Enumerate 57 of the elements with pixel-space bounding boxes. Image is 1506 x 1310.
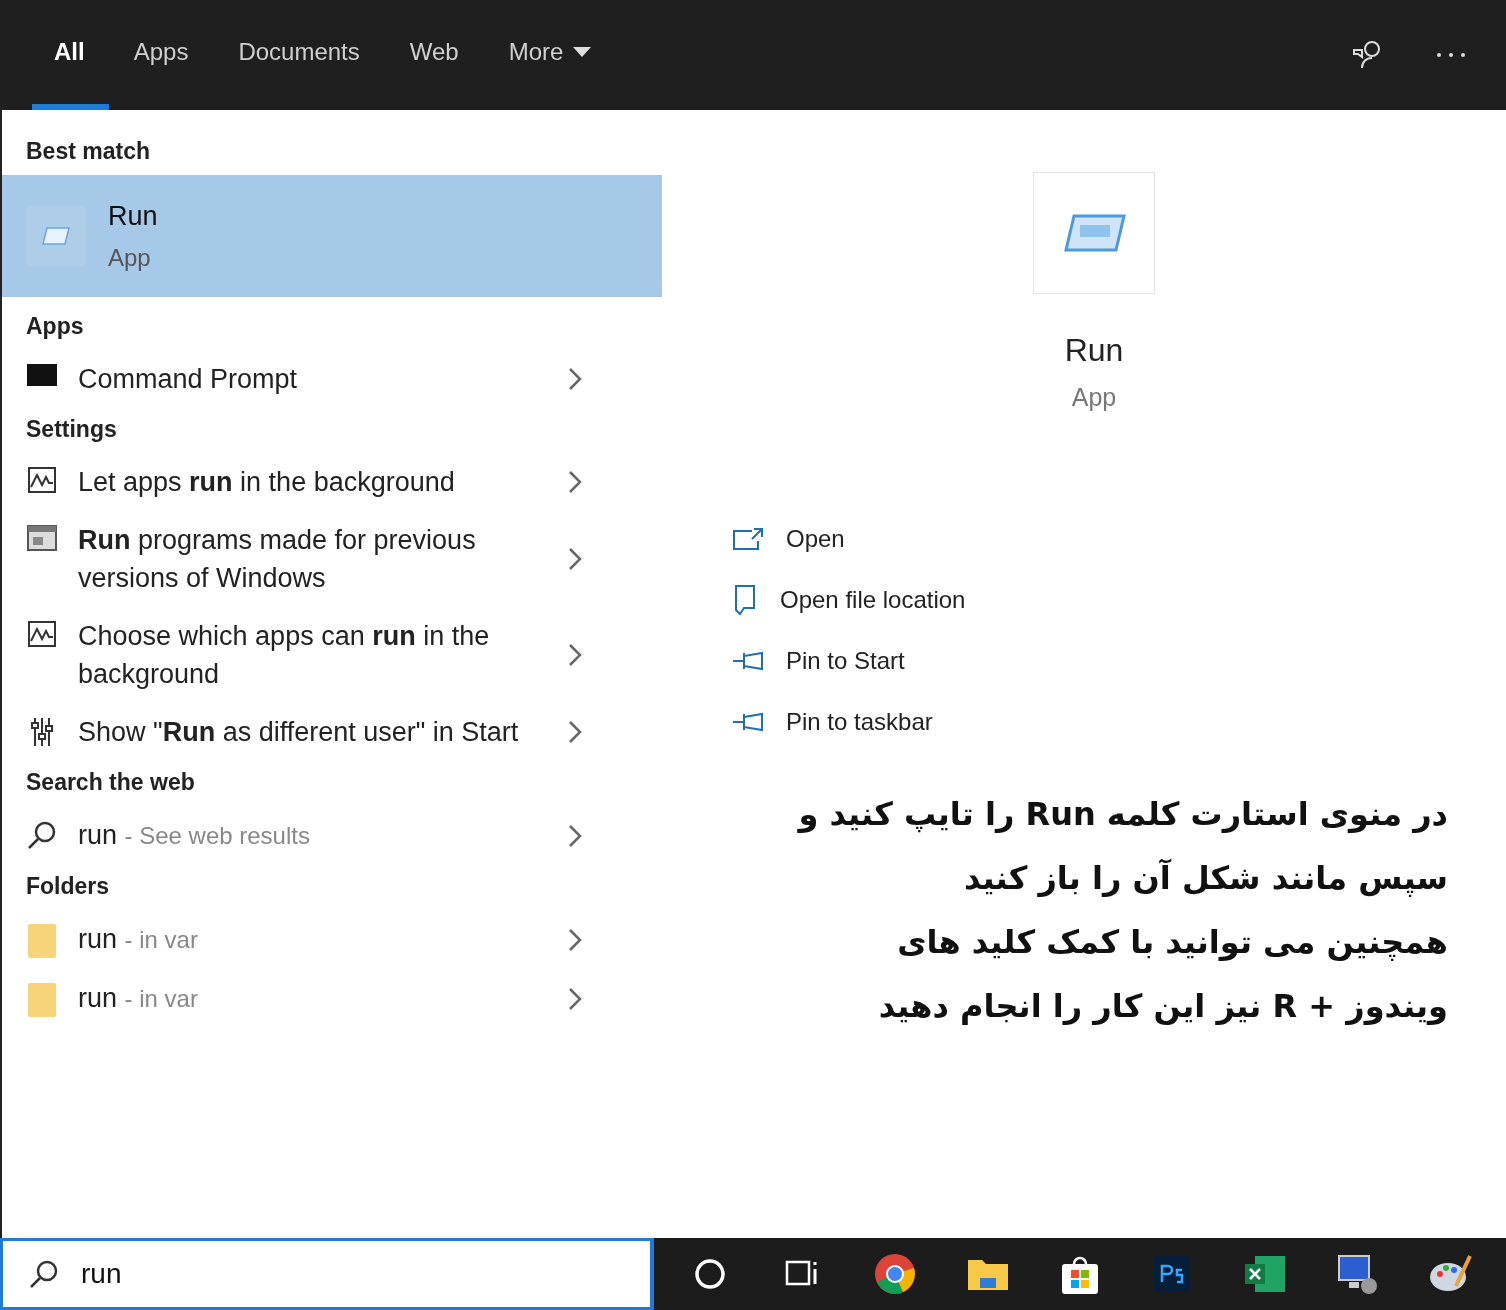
tab[interactable]: Apps [108, 0, 214, 110]
chrome-icon[interactable] [873, 1252, 918, 1296]
sliders-icon [30, 717, 54, 747]
run-dialog-icon [41, 226, 71, 246]
result-row[interactable]: run - See web results [2, 806, 662, 865]
result-row[interactable]: run - in var [2, 910, 662, 969]
result-row[interactable]: Run programs made for previous versions of Windows [2, 511, 662, 607]
search-icon [29, 1259, 59, 1289]
chart-icon [28, 621, 56, 647]
chevron-right-icon [568, 470, 582, 494]
best-match-result[interactable]: Run App [2, 175, 662, 297]
result-row[interactable]: Let apps run in the background [2, 453, 662, 511]
result-row[interactable]: Show "Run as different user" in Start [2, 703, 662, 761]
folder-icon [28, 983, 56, 1017]
annotation-text: همچنین می توانید با کمک کلید های [896, 922, 1449, 963]
result-title: Run [108, 200, 158, 232]
open-icon [732, 526, 764, 551]
file-location-icon [732, 583, 758, 616]
action-link[interactable]: Pin to Start [732, 630, 1506, 691]
result-row[interactable]: run - in var [2, 969, 662, 1028]
result-row[interactable]: Choose which apps can run in the background [2, 607, 662, 703]
tab[interactable]: More [483, 0, 617, 110]
search-field[interactable]: run [0, 1238, 654, 1310]
monitor-icon[interactable] [1335, 1252, 1380, 1296]
chevron-right-icon [568, 927, 582, 952]
section-heading: Settings [25, 415, 118, 444]
chevron-right-icon [568, 986, 582, 1011]
run-dialog-icon [1062, 213, 1126, 253]
result-row[interactable]: Command Prompt [2, 350, 662, 408]
search-icon [27, 820, 57, 850]
action-link[interactable]: Pin to taskbar [732, 691, 1506, 752]
action-link[interactable]: Open file location [732, 569, 1506, 630]
more-options-icon[interactable] [1436, 52, 1466, 58]
section-heading: Folders [25, 872, 111, 901]
pin-icon [732, 649, 764, 672]
caret-down-icon [573, 47, 592, 57]
pin-icon [732, 710, 764, 733]
section-heading: Best match [25, 137, 151, 166]
chevron-right-icon [568, 547, 582, 571]
section-heading: Search the web [25, 768, 196, 797]
folder-icon [28, 924, 56, 958]
tab[interactable]: All [32, 0, 109, 110]
chevron-right-icon [568, 643, 582, 667]
result-type: App [108, 243, 152, 272]
chevron-right-icon [568, 367, 582, 391]
app-type: App [1071, 383, 1117, 412]
chart-icon [28, 467, 56, 493]
console-icon [27, 364, 57, 386]
tab[interactable]: Documents [213, 0, 385, 110]
annotation-text: سپس مانند شکل آن را باز کنید [963, 858, 1449, 899]
window-icon [27, 525, 57, 551]
chevron-right-icon [568, 720, 582, 744]
section-heading: Apps [25, 312, 85, 341]
action-link[interactable]: Open [732, 508, 1506, 569]
app-name: Run [1064, 332, 1124, 369]
chevron-right-icon [568, 823, 582, 848]
tab[interactable]: Web [384, 0, 484, 110]
